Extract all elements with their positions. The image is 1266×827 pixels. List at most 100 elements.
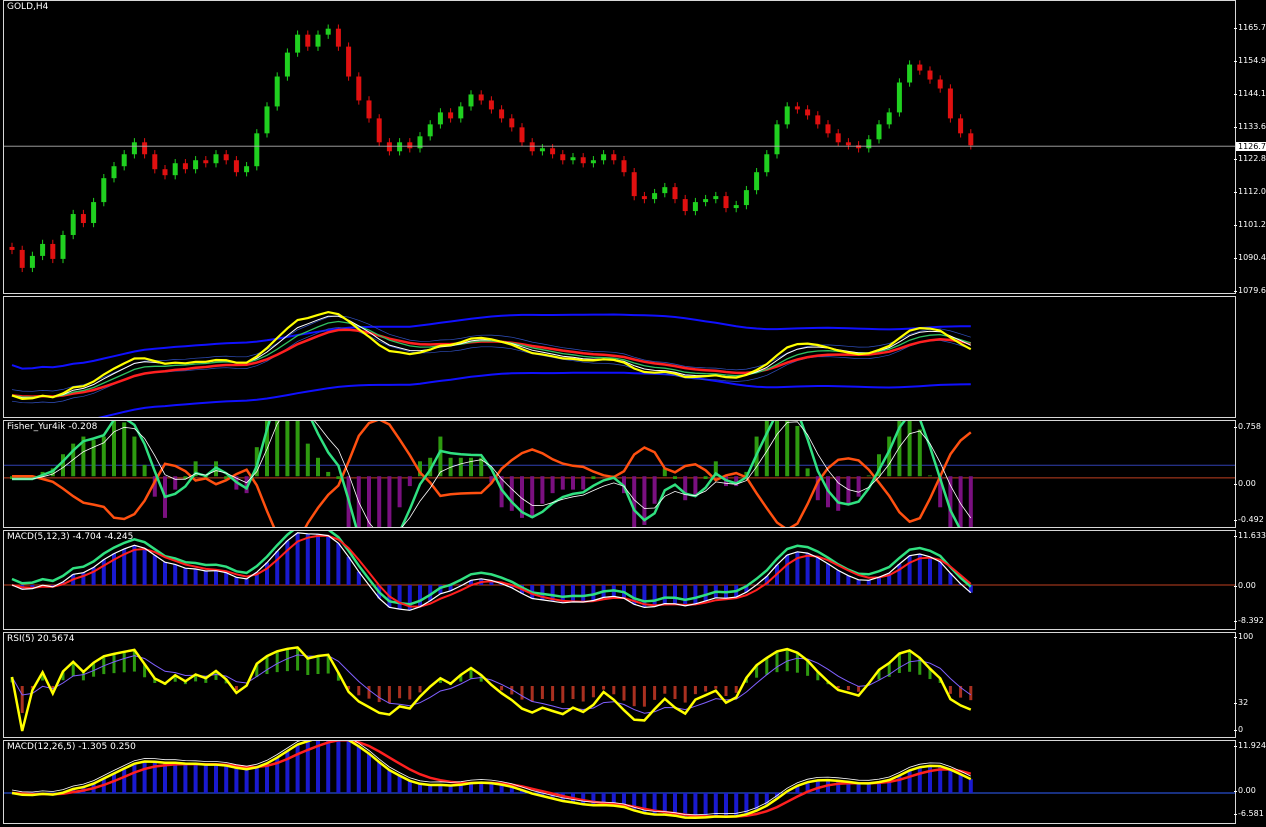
tick-price-6: 1112.0 [1234, 187, 1266, 196]
fisher-title: Fisher_Yur4ik -0.208 [7, 422, 98, 432]
rsi-histogram-bar [908, 650, 912, 672]
macd-slow-histogram-bar [958, 774, 963, 793]
fisher-histogram-bar [775, 421, 779, 477]
candle-body [70, 214, 76, 235]
macd-fast-chart [4, 531, 1235, 611]
macd-slow-histogram-bar [703, 793, 708, 818]
candle-body [254, 133, 260, 167]
macd-slow-histogram-bar [387, 770, 392, 793]
envelopes-pane[interactable] [3, 296, 1236, 418]
candle-body [203, 160, 209, 164]
price-pane[interactable]: GOLD,H4 [3, 0, 1236, 294]
tick-macd1-1: 0.00 [1234, 581, 1256, 590]
macd-fast-histogram-bar [846, 575, 851, 585]
fisher-histogram-bar [275, 421, 280, 477]
macd-fast-histogram-bar [683, 585, 688, 606]
macd-slow-histogram-bar [183, 763, 188, 793]
macd-fast-histogram-bar [591, 585, 596, 601]
rsi-histogram-bar [704, 686, 708, 692]
rsi-histogram-bar [795, 652, 799, 673]
macd-slow-histogram-bar [693, 793, 698, 818]
candle-body [825, 124, 831, 134]
rsi-histogram-bar [551, 686, 555, 702]
candle-body [223, 154, 229, 161]
candle-body [641, 196, 647, 200]
candle-body [713, 196, 719, 200]
macd-slow-histogram-bar [265, 763, 269, 793]
candle-body [448, 112, 454, 119]
envelope-lower [97, 371, 971, 417]
macd-fast-pane[interactable]: MACD(5,12,3) -4.704 -4.245 [3, 530, 1236, 630]
current-price-tag: 1126.7 [1236, 142, 1266, 151]
macd-slow-histogram-bar [203, 764, 208, 793]
candle-body [621, 160, 627, 173]
macd-slow-histogram-bar [948, 769, 953, 793]
rsi-histogram-bar [571, 686, 575, 700]
fisher-histogram-bar [591, 476, 596, 479]
macd-fast-histogram-bar [907, 555, 912, 585]
tick-fisher-2: -0.492 [1234, 515, 1264, 524]
candle-body [560, 154, 566, 161]
rsi-histogram-bar [948, 686, 952, 694]
candle-body [917, 64, 923, 71]
fisher-histogram-bar [305, 443, 310, 477]
fisher-histogram-bar [122, 422, 127, 477]
macd-slow-histogram-bar [112, 773, 116, 793]
rsi-histogram-bar [969, 686, 973, 701]
rsi-histogram-bar [785, 649, 789, 672]
rsi-histogram-bar [296, 647, 300, 671]
macd-slow-histogram-bar [244, 769, 249, 793]
candle-body [774, 124, 780, 155]
macd-slow-histogram-bar [224, 765, 229, 793]
macd-fast-histogram-bar [326, 535, 331, 585]
candle-body [958, 118, 964, 134]
candle-body [631, 172, 637, 197]
macd-fast-histogram-bar [244, 578, 249, 585]
price-axis: 1165.7 1154.9 1144.1 1133.6 1122.8 1112.… [1233, 0, 1266, 827]
rsi-histogram-bar [622, 686, 626, 701]
rsi-pane[interactable]: RSI(5) 20.5674 [3, 632, 1236, 738]
macd-slow-histogram-bar [407, 780, 412, 793]
fisher-histogram-bar [285, 421, 290, 477]
candle-body [101, 178, 107, 203]
candle-body [386, 142, 392, 152]
candle-body [478, 94, 484, 101]
candle-body [305, 34, 311, 47]
rsi-histogram-bar [693, 686, 697, 695]
rsi-histogram-bar [561, 686, 565, 703]
candle-body [662, 187, 668, 194]
macd-fast-histogram-bar [652, 585, 657, 607]
fisher-pane[interactable]: Fisher_Yur4ik -0.208 [3, 420, 1236, 528]
candle-body [244, 166, 250, 173]
fisher-histogram-bar [530, 476, 535, 518]
candle-body [19, 249, 25, 268]
rsi-histogram-bar [306, 658, 310, 676]
macd-slow-pane[interactable]: MACD(12,26,5) -1.305 0.250 [3, 740, 1236, 824]
fisher-histogram-bar [683, 476, 688, 501]
candle-body [886, 112, 892, 125]
tick-price-7: 1101.2 [1234, 220, 1266, 229]
macd-fast-histogram-bar [826, 563, 830, 585]
candle-body [213, 154, 219, 164]
candle-body [111, 166, 117, 179]
rsi-histogram-bar [765, 657, 769, 675]
fisher-histogram-bar [673, 476, 677, 479]
candle-body [815, 115, 821, 125]
macd-fast-histogram-bar [418, 585, 422, 607]
macd-slow-histogram-bar [346, 741, 351, 793]
macd-fast-histogram-bar [214, 570, 218, 585]
rsi-histogram-bar [663, 686, 667, 694]
macd-fast-histogram-bar [183, 568, 188, 585]
candle-body [356, 76, 362, 101]
candle-body [927, 70, 933, 80]
macd-fast-histogram-bar [693, 585, 698, 604]
candle-body [876, 124, 882, 140]
fisher-histogram-bar [469, 457, 473, 477]
macd-fast-histogram-bar [203, 571, 208, 585]
candle-body [672, 187, 678, 200]
macd-fast-histogram-bar [836, 570, 841, 585]
rsi-histogram-bar [581, 686, 585, 702]
macd-slow-histogram-bar [193, 763, 198, 793]
rsi-histogram-bar [673, 686, 677, 699]
macd-slow-histogram-bar [326, 741, 331, 793]
